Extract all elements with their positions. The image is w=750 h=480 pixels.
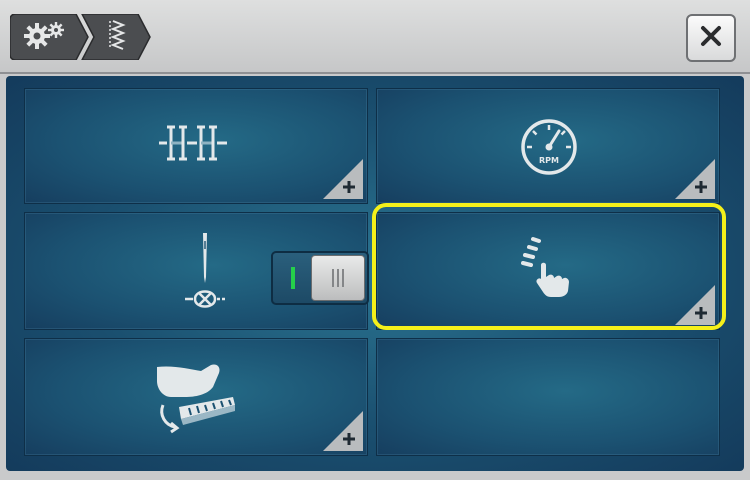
- breadcrumb: [10, 14, 170, 60]
- expand-plus-icon[interactable]: [323, 159, 363, 199]
- close-icon: [700, 25, 722, 51]
- grip-lines-icon: [332, 269, 344, 287]
- expand-plus-icon[interactable]: [675, 159, 715, 199]
- breadcrumb-settings[interactable]: [10, 14, 80, 60]
- stitch-width-icon: [157, 121, 229, 169]
- tile-tie-off[interactable]: [24, 212, 369, 330]
- top-toolbar: [0, 0, 750, 74]
- gears-icon: [23, 20, 67, 54]
- speedometer-rpm-icon: RPM: [519, 117, 579, 181]
- tile-stitch-width[interactable]: [24, 88, 368, 204]
- tie-off-toggle[interactable]: [271, 251, 369, 305]
- tile-empty: [376, 338, 720, 456]
- toggle-knob[interactable]: [311, 255, 365, 301]
- foot-pedal-icon: [149, 361, 239, 439]
- toggle-on-indicator: [291, 267, 295, 289]
- zigzag-stitch-icon: [107, 19, 129, 55]
- breadcrumb-stitch[interactable]: [98, 14, 138, 60]
- close-button[interactable]: [686, 14, 736, 62]
- needle-thread-tie-off-icon: [175, 231, 235, 317]
- svg-text:RPM: RPM: [539, 156, 559, 165]
- selection-highlight: [372, 203, 726, 330]
- expand-plus-icon[interactable]: [323, 411, 363, 451]
- tile-foot-pedal[interactable]: [24, 338, 368, 456]
- tile-speed[interactable]: RPM: [376, 88, 720, 204]
